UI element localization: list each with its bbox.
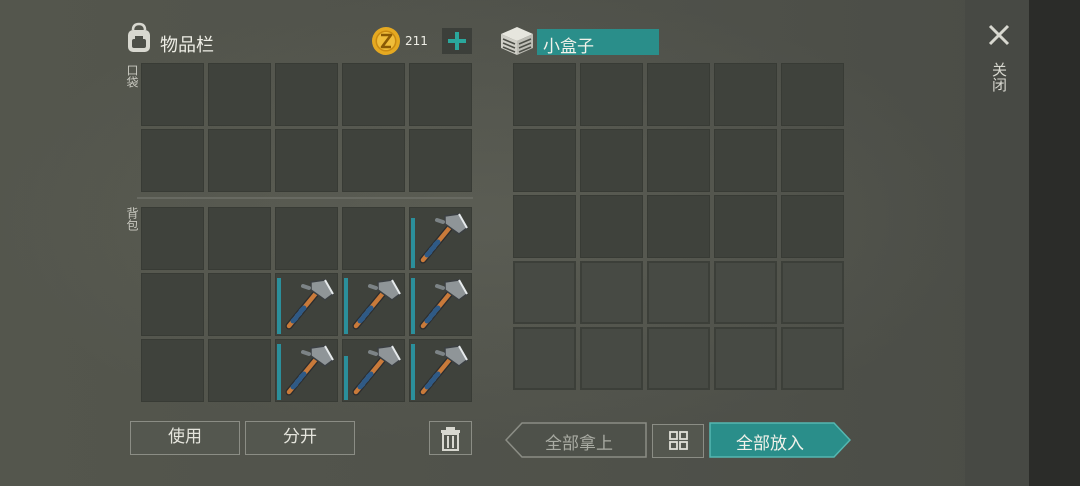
container-slot[interactable] bbox=[714, 261, 777, 324]
container-slot[interactable] bbox=[513, 327, 576, 390]
close-label: 关闭 bbox=[990, 62, 1008, 92]
container-slot[interactable] bbox=[580, 195, 643, 258]
container-slot[interactable] bbox=[647, 327, 710, 390]
trash-button[interactable] bbox=[429, 421, 472, 455]
close-button[interactable]: 关闭 bbox=[983, 22, 1015, 102]
container-slot[interactable] bbox=[714, 129, 777, 192]
container-slot[interactable] bbox=[513, 261, 576, 324]
close-icon bbox=[988, 24, 1010, 46]
split-button[interactable]: 分开 bbox=[245, 421, 355, 455]
container-slot[interactable] bbox=[781, 129, 844, 192]
container-slot[interactable] bbox=[781, 195, 844, 258]
take-all-button[interactable]: 全部拿上 bbox=[505, 422, 647, 458]
container-slot[interactable] bbox=[513, 195, 576, 258]
container-grid bbox=[0, 0, 1080, 404]
container-slot[interactable] bbox=[781, 63, 844, 126]
container-slot[interactable] bbox=[580, 63, 643, 126]
sort-icon bbox=[669, 431, 688, 450]
container-slot[interactable] bbox=[647, 195, 710, 258]
container-slot[interactable] bbox=[580, 327, 643, 390]
use-button[interactable]: 使用 bbox=[130, 421, 240, 455]
take-all-label: 全部拿上 bbox=[545, 434, 613, 454]
put-all-label: 全部放入 bbox=[736, 434, 804, 454]
container-slot[interactable] bbox=[513, 129, 576, 192]
container-slot[interactable] bbox=[647, 129, 710, 192]
trash-icon bbox=[441, 427, 460, 451]
container-slot[interactable] bbox=[647, 63, 710, 126]
container-slot[interactable] bbox=[714, 195, 777, 258]
container-slot[interactable] bbox=[714, 327, 777, 390]
put-all-button[interactable]: 全部放入 bbox=[709, 422, 851, 458]
container-slot[interactable] bbox=[781, 327, 844, 390]
container-slot[interactable] bbox=[513, 63, 576, 126]
container-slot[interactable] bbox=[781, 261, 844, 324]
container-slot[interactable] bbox=[647, 261, 710, 324]
sort-button[interactable] bbox=[652, 424, 704, 458]
container-slot[interactable] bbox=[714, 63, 777, 126]
container-slot[interactable] bbox=[580, 261, 643, 324]
container-slot[interactable] bbox=[580, 129, 643, 192]
